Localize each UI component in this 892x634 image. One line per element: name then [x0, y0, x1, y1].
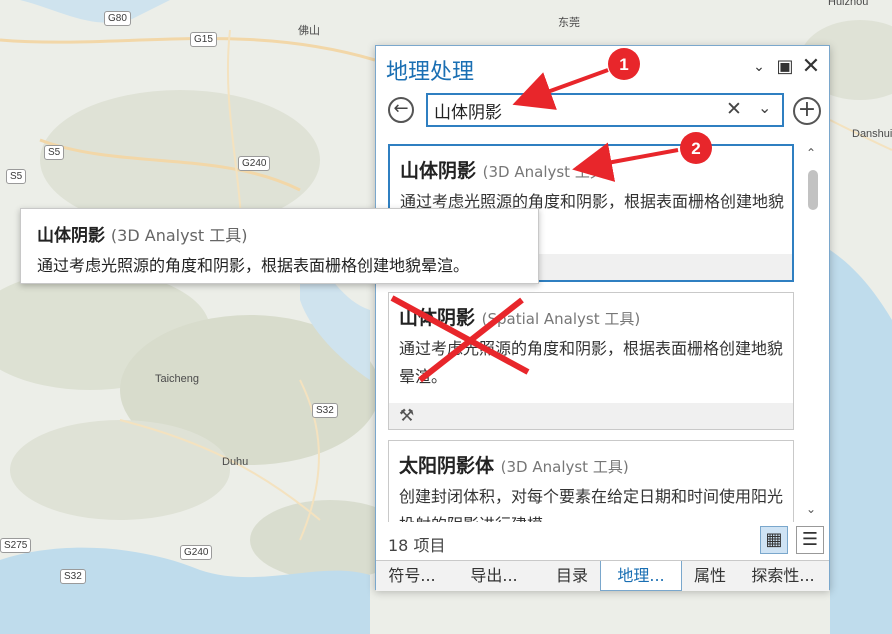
- map-label-dongguan: 东莞: [558, 17, 580, 29]
- clear-icon[interactable]: ✕: [726, 98, 742, 120]
- tooltip-description: 通过考虑光照源的角度和阴影，根据表面栅格创建地貌晕渲。: [37, 256, 470, 275]
- chevron-down-icon[interactable]: ⌄: [758, 98, 771, 117]
- close-icon[interactable]: ✕: [800, 56, 822, 78]
- road-shield: G240: [238, 156, 271, 171]
- tool-tooltip: 山体阴影 (3D Analyst 工具) 通过考虑光照源的角度和阴影，根据表面栅…: [20, 208, 539, 284]
- tooltip-title: 山体阴影: [37, 226, 105, 246]
- scrollbar-thumb[interactable]: [808, 170, 818, 210]
- grid-view-button[interactable]: ▦: [760, 526, 788, 554]
- tab-catalog[interactable]: 目录: [544, 561, 600, 591]
- road-shield: S5: [44, 145, 65, 160]
- road-shield: G80: [104, 11, 131, 26]
- road-shield: S5: [6, 169, 27, 184]
- tooltip-subtitle: (3D Analyst 工具): [110, 226, 248, 245]
- tab-geoprocessing[interactable]: 地理...: [600, 561, 682, 591]
- tab-attributes[interactable]: 属性: [682, 561, 738, 591]
- add-button[interactable]: +: [793, 97, 821, 125]
- result-description: 通过考虑光照源的角度和阴影，根据表面栅格创建地貌晕渲。: [399, 339, 784, 386]
- map-label-danshui: Danshui: [852, 128, 892, 140]
- result-subtitle: (Spatial Analyst 工具): [481, 310, 641, 328]
- map-label-duhu: Duhu: [222, 456, 249, 468]
- arrow-left-icon: ←: [393, 98, 409, 119]
- road-shield: S32: [60, 569, 86, 584]
- item-count: 18 项目: [388, 536, 446, 555]
- result-title: 山体阴影: [400, 160, 477, 182]
- road-shield: G15: [190, 32, 217, 47]
- result-subtitle: (3D Analyst 工具): [500, 458, 629, 476]
- tab-export[interactable]: 导出...: [454, 561, 534, 591]
- map-label-huizhou: Huizhou: [828, 0, 869, 8]
- map-label-taicheng: Taicheng: [155, 373, 200, 385]
- results-scrollbar[interactable]: ⌃ ⌄: [804, 144, 822, 522]
- pane-title: 地理处理: [386, 60, 475, 85]
- list-view-button[interactable]: ☰: [796, 526, 824, 554]
- geoprocessing-pane: 地理处理 ⌄ ▣ ✕ ← ✕ ⌄ + 山体阴影 (3D Analyst 工具) …: [375, 45, 830, 591]
- results-list: 山体阴影 (3D Analyst 工具) 通过考虑光照源的角度和阴影，根据表面栅…: [388, 144, 794, 522]
- chevron-down-icon[interactable]: ⌄: [748, 56, 770, 78]
- search-input[interactable]: [434, 98, 714, 122]
- plus-icon: +: [797, 97, 817, 122]
- tab-symbology[interactable]: 符号...: [376, 561, 448, 591]
- scroll-up-icon[interactable]: ⌃: [806, 146, 816, 160]
- result-title: 山体阴影: [399, 307, 476, 329]
- list-icon: ☰: [801, 529, 819, 550]
- map-label-foshan: 佛山: [298, 25, 320, 37]
- result-subtitle: (3D Analyst 工具): [482, 163, 611, 181]
- result-card[interactable]: 太阳阴影体 (3D Analyst 工具) 创建封闭体积，对每个要素在给定日期和…: [388, 440, 794, 522]
- road-shield: S275: [0, 538, 32, 553]
- grid-icon: ▦: [765, 529, 783, 550]
- search-box[interactable]: ✕ ⌄: [426, 93, 784, 127]
- result-description: 创建封闭体积，对每个要素在给定日期和时间使用阳光投射的阴影进行建模。: [399, 487, 784, 522]
- back-button[interactable]: ←: [388, 97, 414, 123]
- hammer-icon: ⚒: [399, 406, 415, 426]
- pane-tab-bar: 符号... 导出... 目录 地理... 属性 探索性...: [376, 560, 829, 591]
- maximize-icon[interactable]: ▣: [774, 56, 796, 78]
- result-title: 太阳阴影体: [399, 455, 495, 477]
- result-card[interactable]: 山体阴影 (Spatial Analyst 工具) 通过考虑光照源的角度和阴影，…: [388, 292, 794, 430]
- result-footer: ⚒: [389, 403, 793, 429]
- tab-exploratory[interactable]: 探索性...: [738, 561, 828, 591]
- scroll-down-icon[interactable]: ⌄: [806, 502, 816, 516]
- road-shield: S32: [312, 403, 338, 418]
- road-shield: G240: [180, 545, 213, 560]
